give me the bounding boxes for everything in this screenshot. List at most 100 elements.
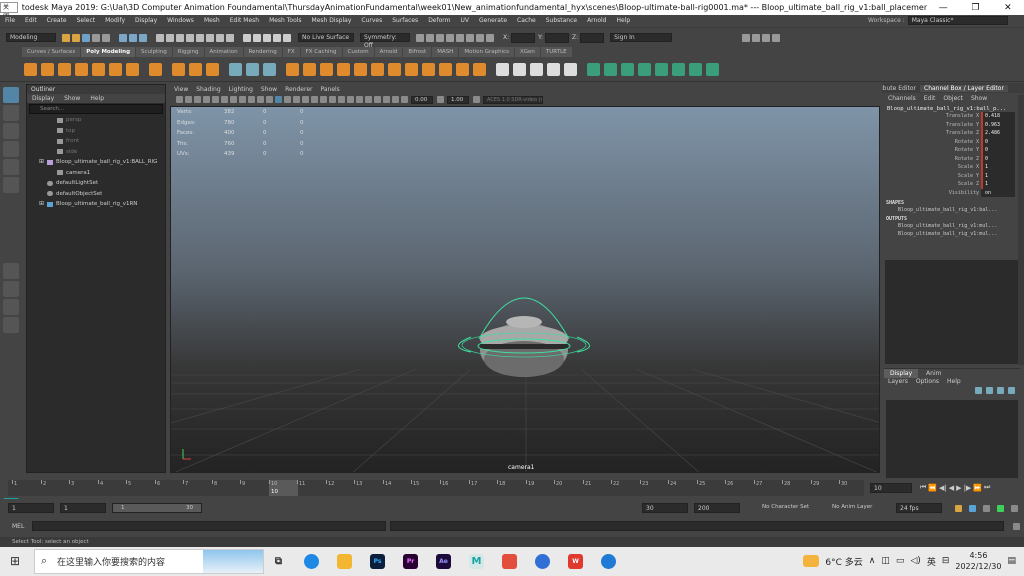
merge-icon[interactable] xyxy=(405,62,418,76)
smooth-icon[interactable] xyxy=(263,62,276,76)
depth-of-field-icon[interactable] xyxy=(356,96,363,103)
light-editor-icon[interactable] xyxy=(476,33,484,42)
menu-deform[interactable]: Deform xyxy=(423,17,455,24)
channel-visibility[interactable]: Visibility on xyxy=(884,188,1020,197)
channel-value[interactable]: on xyxy=(981,188,1015,197)
output-node[interactable]: Bloop_ultimate_ball_rig_v1:mul... xyxy=(884,222,1020,231)
bookmark-icon[interactable] xyxy=(194,96,201,103)
select-camera-icon[interactable] xyxy=(176,96,183,103)
rotate-tool-icon[interactable] xyxy=(3,159,19,175)
range-bar[interactable]: 1 30 xyxy=(112,503,202,513)
render-setup-icon[interactable] xyxy=(466,33,474,42)
combine-icon[interactable] xyxy=(229,62,242,76)
separate-icon[interactable] xyxy=(246,62,259,76)
redo-icon[interactable] xyxy=(102,33,110,42)
scale-tool-icon[interactable] xyxy=(3,177,19,193)
tab-channel-box[interactable]: Channel Box / Layer Editor xyxy=(920,84,1008,92)
channel-translate-x[interactable]: Translate X 0.418 xyxy=(884,112,1020,121)
shelf-tab-curves-surfaces[interactable]: Curves / Surfaces xyxy=(22,47,82,57)
snap-surface-icon[interactable] xyxy=(283,33,291,42)
field-chart-icon[interactable] xyxy=(248,96,255,103)
undo-icon[interactable] xyxy=(92,33,100,42)
shelf-tab-custom[interactable]: Custom xyxy=(342,47,375,57)
play-backward-icon[interactable]: ◀ xyxy=(949,484,954,492)
channel-menu-show[interactable]: Show xyxy=(967,95,991,102)
layer-menu-options[interactable]: Options xyxy=(912,378,943,385)
super-shape-icon[interactable] xyxy=(172,62,185,76)
platonic-solid-icon[interactable] xyxy=(149,62,162,76)
menu-help[interactable]: Help xyxy=(612,17,636,24)
extrude-icon[interactable] xyxy=(303,62,316,76)
channel-scale-z[interactable]: Scale Z1 xyxy=(884,180,1020,189)
spherical-map-icon[interactable] xyxy=(638,62,651,76)
x-field[interactable] xyxy=(511,32,536,43)
clock[interactable]: 4:56 2022/12/30 xyxy=(955,550,1001,572)
outliner-menu-help[interactable]: Help xyxy=(85,95,109,102)
outliner-item-ball-rig[interactable]: ⊞ Bloop_ultimate_ball_rig_v1:BALL_RIG xyxy=(27,157,165,168)
xray-joints-icon[interactable] xyxy=(383,96,390,103)
channel-scale-x[interactable]: Scale X1 xyxy=(884,163,1020,172)
color-management-icon[interactable] xyxy=(473,96,480,103)
grid-icon[interactable] xyxy=(212,96,219,103)
xray-icon[interactable] xyxy=(374,96,381,103)
layer-menu-layers[interactable]: Layers xyxy=(884,378,912,385)
menu-create[interactable]: Create xyxy=(42,17,72,24)
outliner-menu-display[interactable]: Display xyxy=(27,95,59,102)
play-forward-icon[interactable]: ▶ xyxy=(956,484,961,492)
planar-map-icon[interactable] xyxy=(604,62,617,76)
menu-mesh-display[interactable]: Mesh Display xyxy=(307,17,357,24)
layer-tab-anim[interactable]: Anim xyxy=(920,369,947,378)
menu-select[interactable]: Select xyxy=(72,17,101,24)
shelf-tab-sculpting[interactable]: Sculpting xyxy=(136,47,173,57)
mode-dropdown[interactable]: Modeling xyxy=(6,33,56,42)
channel-value[interactable]: 1 xyxy=(981,163,1015,172)
ime-indicator[interactable]: 英 xyxy=(927,555,936,568)
auto-map-icon[interactable] xyxy=(655,62,668,76)
channel-box-icon[interactable] xyxy=(772,33,781,42)
playback-options-icon[interactable] xyxy=(1011,505,1018,512)
wireframe-icon[interactable] xyxy=(266,96,273,103)
windows-start-icon[interactable]: ⊞ xyxy=(10,554,20,568)
select-curve-icon[interactable] xyxy=(176,33,184,42)
loop-icon[interactable] xyxy=(969,505,976,512)
menu-modify[interactable]: Modify xyxy=(100,17,130,24)
snap-view-plane-icon[interactable] xyxy=(273,33,281,42)
maya-taskbar-icon[interactable]: M xyxy=(469,554,484,569)
shelf-tab-rendering[interactable]: Rendering xyxy=(243,47,283,57)
tray-chevron-icon[interactable]: ∧ xyxy=(869,556,876,566)
image-plane-icon[interactable] xyxy=(203,96,210,103)
menu-display[interactable]: Display xyxy=(130,17,162,24)
select-hierarchy-icon[interactable] xyxy=(119,33,127,42)
step-forward-frame-icon[interactable]: |▶ xyxy=(964,484,972,492)
battery-icon[interactable]: ▭ xyxy=(896,556,905,566)
viewport-menu-view[interactable]: View xyxy=(170,86,192,93)
y-field[interactable] xyxy=(545,32,570,43)
select-component-icon[interactable] xyxy=(139,33,147,42)
channel-menu-object[interactable]: Object xyxy=(939,95,967,102)
menu-arnold[interactable]: Arnold xyxy=(582,17,611,24)
shelf-tab-fx[interactable]: FX xyxy=(282,47,301,57)
outliner-item-persp[interactable]: persp xyxy=(27,115,165,126)
make-hole-icon[interactable] xyxy=(388,62,401,76)
outliner-layout-icon[interactable] xyxy=(3,317,19,333)
uv-editor-icon[interactable] xyxy=(587,62,600,76)
outliner-search-input[interactable]: Search... xyxy=(29,104,163,114)
maximize-icon[interactable]: ❐ xyxy=(959,3,991,13)
playback-end-field[interactable]: 30 xyxy=(642,503,688,513)
character-set-dropdown[interactable]: No Character Set xyxy=(762,504,809,510)
target-weld-icon[interactable] xyxy=(513,62,526,76)
go-to-start-icon[interactable]: ⏮ xyxy=(920,483,926,492)
resolution-gate-icon[interactable] xyxy=(230,96,237,103)
isolate-select-icon[interactable] xyxy=(365,96,372,103)
hypershade-icon[interactable] xyxy=(456,33,464,42)
persp-outliner-icon[interactable] xyxy=(3,299,19,315)
gamma-field[interactable]: 1.00 xyxy=(447,95,469,104)
single-view-icon[interactable] xyxy=(3,263,19,279)
channel-translate-z[interactable]: Translate Z 2.486 xyxy=(884,129,1020,138)
outliner-item-default-light-set[interactable]: defaultLightSet xyxy=(27,178,165,189)
menu-generate[interactable]: Generate xyxy=(474,17,512,24)
select-handle-icon[interactable] xyxy=(156,33,164,42)
select-tool-icon[interactable] xyxy=(3,87,19,103)
close-tag[interactable]: 关闭 xyxy=(0,2,18,20)
channel-rotate-x[interactable]: Rotate X0 xyxy=(884,137,1020,146)
